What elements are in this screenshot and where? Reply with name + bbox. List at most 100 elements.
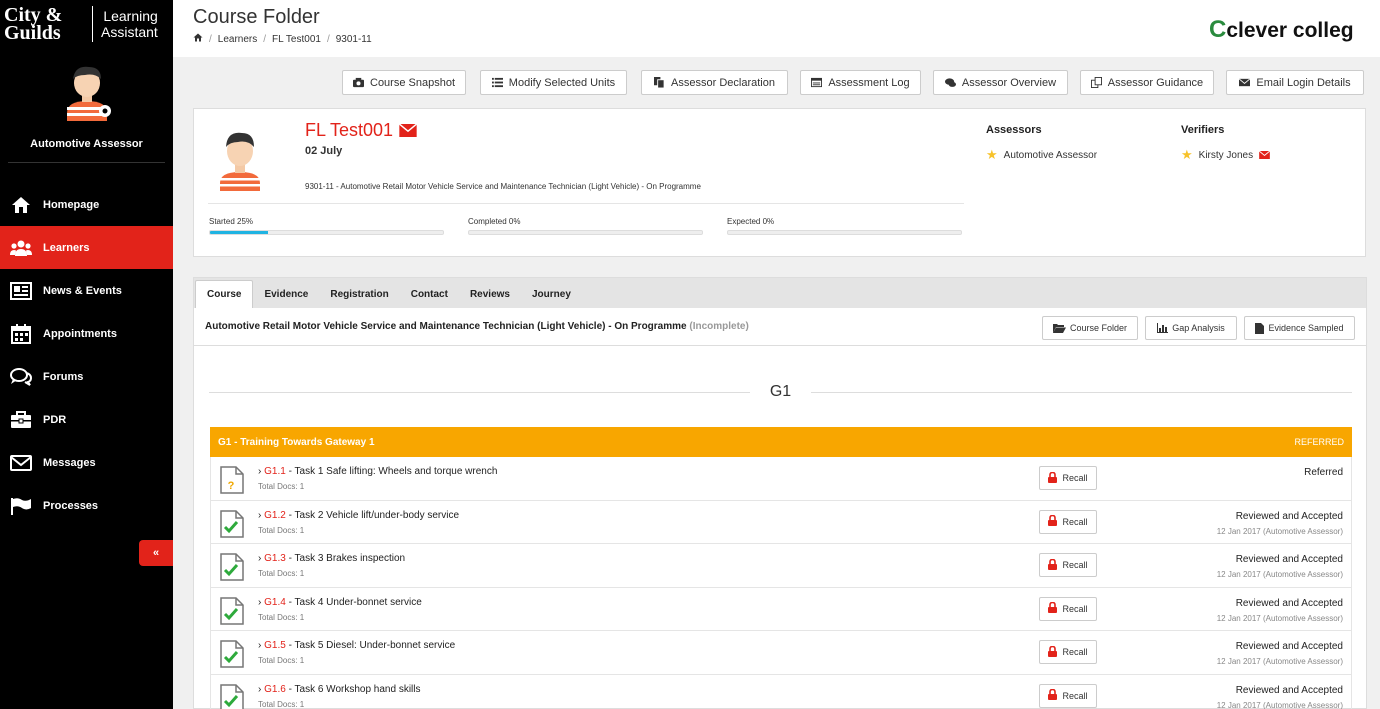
recall-button[interactable]: Recall xyxy=(1039,683,1097,708)
unit-status: Reviewed and Accepted xyxy=(1235,684,1343,696)
verifiers-heading: Verifiers xyxy=(1181,124,1225,136)
user-avatar[interactable] xyxy=(0,56,173,128)
email-login-details-button[interactable]: Email Login Details xyxy=(1226,70,1364,95)
document-check-icon xyxy=(219,596,245,628)
unit-code: G1.5 xyxy=(264,640,286,651)
breadcrumb-separator: / xyxy=(209,33,212,45)
unit-name[interactable]: › G1.1 - Task 1 Safe lifting: Wheels and… xyxy=(258,466,497,477)
comments-icon xyxy=(10,367,32,386)
unit-name[interactable]: › G1.6 - Task 6 Workshop hand skills xyxy=(258,684,420,695)
table-icon xyxy=(811,77,823,88)
nav-label: PDR xyxy=(43,413,67,426)
unit-status-meta: 12 Jan 2017 (Automotive Assessor) xyxy=(1216,700,1343,709)
document-check-icon xyxy=(219,683,245,709)
verifier-item[interactable]: ★ Kirsty Jones xyxy=(1181,147,1271,163)
unit-name[interactable]: › G1.4 - Task 4 Under-bonnet service xyxy=(258,597,422,608)
city-guilds-logo: City & Guilds xyxy=(4,4,63,44)
nav-item-news-events[interactable]: News & Events xyxy=(0,269,173,312)
comments-icon xyxy=(944,78,956,87)
briefcase-icon xyxy=(10,410,32,429)
recall-button[interactable]: Recall xyxy=(1039,466,1097,490)
nav-item-pdr[interactable]: PDR xyxy=(0,398,173,441)
breadcrumb-learner[interactable]: FL Test001 xyxy=(272,34,321,45)
assessor-guidance-button[interactable]: Assessor Guidance xyxy=(1080,70,1214,95)
unit-row: › G1.4 - Task 4 Under-bonnet service Tota… xyxy=(210,587,1352,631)
nav-item-learners[interactable]: Learners xyxy=(0,226,173,269)
nav-label: News & Events xyxy=(43,284,122,297)
sidebar-nav: Homepage Learners News & Events Appointm… xyxy=(0,183,173,527)
flag-icon xyxy=(10,497,32,515)
home-icon[interactable] xyxy=(193,33,203,45)
collapse-sidebar-button[interactable]: « xyxy=(139,540,173,566)
unit-status-meta: 12 Jan 2017 (Automotive Assessor) xyxy=(1216,570,1343,579)
nav-item-processes[interactable]: Processes xyxy=(0,484,173,527)
unit-docs: Total Docs: 1 xyxy=(258,525,305,535)
learner-date: 02 July xyxy=(305,145,343,157)
envelope-icon xyxy=(1239,78,1251,87)
gap-analysis-button[interactable]: Gap Analysis xyxy=(1145,316,1237,340)
breadcrumb-learners[interactable]: Learners xyxy=(218,34,257,45)
brand[interactable]: City & Guilds Learning Assistant xyxy=(0,0,173,48)
document-question-icon: ? xyxy=(219,466,245,497)
nav-label: Messages xyxy=(43,456,96,469)
group-title: G1 xyxy=(209,379,1352,405)
recall-button[interactable]: Recall xyxy=(1039,553,1097,577)
lock-icon xyxy=(1048,645,1058,659)
assessors-heading: Assessors xyxy=(986,124,1042,136)
unit-name[interactable]: › G1.5 - Task 5 Diesel: Under-bonnet ser… xyxy=(258,640,455,651)
learner-name[interactable]: FL Test001 xyxy=(305,120,418,141)
course-snapshot-button[interactable]: Course Snapshot xyxy=(342,70,466,95)
tab-journey[interactable]: Journey xyxy=(521,280,582,308)
learner-avatar xyxy=(220,125,260,194)
group-header-title: G1 - Training Towards Gateway 1 xyxy=(218,436,375,448)
document-check-icon xyxy=(219,553,245,584)
envelope-icon[interactable] xyxy=(1259,151,1271,159)
unit-name[interactable]: › G1.2 - Task 2 Vehicle lift/under-body … xyxy=(258,510,459,521)
assessment-log-button[interactable]: Assessment Log xyxy=(800,70,921,95)
unit-code: G1.4 xyxy=(264,596,286,608)
tab-contact[interactable]: Contact xyxy=(400,280,459,308)
breadcrumb-separator: / xyxy=(263,33,267,45)
tab-evidence[interactable]: Evidence xyxy=(253,280,319,308)
modify-selected-units-button[interactable]: Modify Selected Units xyxy=(480,70,627,95)
unit-row: › G1.3 - Task 3 Brakes inspection Total D… xyxy=(210,544,1352,588)
lock-icon xyxy=(1048,601,1058,615)
camera-icon xyxy=(353,77,364,88)
recall-button[interactable]: Recall xyxy=(1039,509,1097,534)
unit-table: G1 - Training Towards Gateway 1 REFERRED… xyxy=(210,427,1352,709)
unit-status: Reviewed and Accepted xyxy=(1235,554,1343,565)
assessor-declaration-button[interactable]: Assessor Declaration xyxy=(641,70,788,95)
unit-docs: Total Docs: 1 xyxy=(258,612,305,622)
course-title-bar: Automotive Retail Motor Vehicle Service … xyxy=(194,308,1366,346)
envelope-icon[interactable] xyxy=(399,124,418,137)
unit-status: Referred xyxy=(1304,467,1343,478)
learner-avatar-icon xyxy=(220,132,260,191)
unit-docs: Total Docs: 1 xyxy=(258,699,305,709)
envelope-icon xyxy=(10,454,32,472)
course-folder-button[interactable]: Course Folder xyxy=(1042,316,1138,340)
assessor-overview-button[interactable]: Assessor Overview xyxy=(933,70,1068,95)
toolbar: Course Snapshot Modify Selected Units As… xyxy=(173,57,1380,103)
unit-name[interactable]: › G1.3 - Task 3 Brakes inspection xyxy=(258,553,405,564)
recall-button[interactable]: Recall xyxy=(1039,596,1097,621)
college-logo: Cclever colleg xyxy=(1209,16,1354,43)
tab-course[interactable]: Course xyxy=(195,280,254,308)
tab-reviews[interactable]: Reviews xyxy=(459,280,521,308)
breadcrumb-separator: / xyxy=(326,33,330,45)
assessor-item[interactable]: ★ Automotive Assessor xyxy=(986,147,1097,163)
nav-item-homepage[interactable]: Homepage xyxy=(0,183,173,226)
progress-started: Started 25% xyxy=(209,217,444,235)
list-icon xyxy=(491,77,503,88)
page-header: Course Folder / Learners / FL Test001 / … xyxy=(173,0,1380,57)
nav-item-messages[interactable]: Messages xyxy=(0,441,173,484)
recall-button[interactable]: Recall xyxy=(1039,640,1097,664)
unit-code: G1.3 xyxy=(264,553,286,564)
unit-code: G1.6 xyxy=(264,683,286,695)
unit-row: › G1.6 - Task 6 Workshop hand skills Tota… xyxy=(210,674,1352,709)
folder-open-icon xyxy=(1052,324,1066,333)
evidence-sampled-button[interactable]: Evidence Sampled xyxy=(1244,316,1355,340)
tab-registration[interactable]: Registration xyxy=(319,280,399,308)
group-header[interactable]: G1 - Training Towards Gateway 1 REFERRED xyxy=(210,427,1352,457)
nav-item-forums[interactable]: Forums xyxy=(0,355,173,398)
nav-item-appointments[interactable]: Appointments xyxy=(0,312,173,355)
